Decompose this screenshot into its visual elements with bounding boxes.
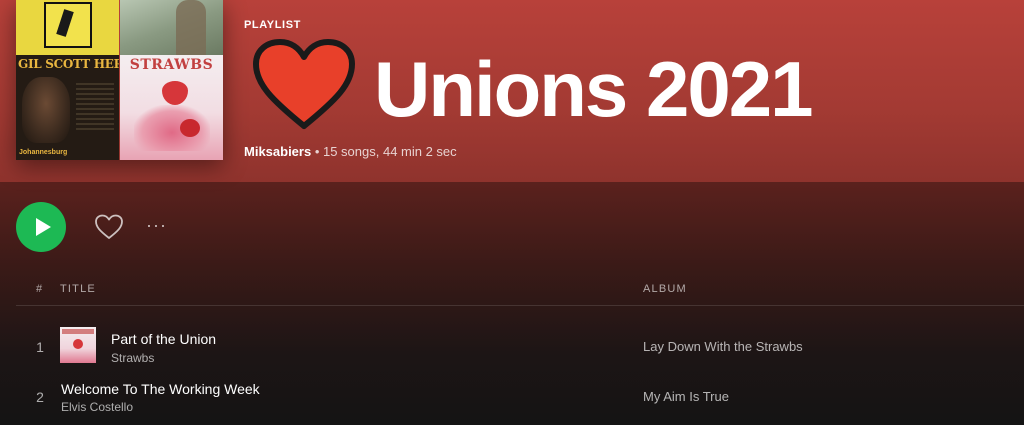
cover-tree (176, 0, 206, 55)
column-header-album[interactable]: ALBUM (643, 283, 687, 295)
track-number: 2 (36, 389, 44, 405)
track-title[interactable]: Part of the Union (111, 331, 216, 347)
play-button[interactable] (16, 202, 66, 252)
heart-emoji-icon (253, 39, 355, 129)
table-row[interactable]: 1 Part of the Union Strawbs Lay Down Wit… (0, 322, 1024, 370)
cover-figure (44, 2, 92, 48)
track-album[interactable]: My Aim Is True (643, 389, 729, 404)
track-artist[interactable]: Strawbs (111, 351, 154, 365)
track-number: 1 (36, 339, 44, 355)
playlist-cover[interactable]: GIL SCOTT HERON Johannesburg STRAWBS (16, 0, 223, 160)
cover-band-text: STRAWBS (129, 57, 214, 73)
thumb-title-strip (62, 329, 94, 334)
track-artist[interactable]: Elvis Costello (61, 400, 133, 414)
cover-tile-3: GIL SCOTT HERON Johannesburg (16, 55, 119, 160)
track-title[interactable]: Welcome To The Working Week (61, 381, 260, 397)
playlist-owner-link[interactable]: Miksabiers (244, 144, 311, 159)
cover-portrait (22, 77, 70, 143)
playlist-meta: Miksabiers • 15 songs, 44 min 2 sec (244, 144, 457, 159)
playlist-type-label: PLAYLIST (244, 19, 301, 31)
playlist-stats: • 15 songs, 44 min 2 sec (311, 144, 457, 159)
cover-tile-1 (16, 0, 119, 55)
cover-strawberry-2 (180, 119, 200, 137)
track-thumbnail (60, 327, 96, 363)
more-options-button[interactable]: ··· (146, 214, 172, 236)
column-header-title[interactable]: TITLE (60, 283, 96, 295)
cover-strawberry (162, 81, 188, 105)
cover-tile-2 (120, 0, 223, 55)
heart-outline-icon (95, 214, 123, 239)
thumb-strawberry (73, 339, 83, 349)
table-row[interactable]: 2 Welcome To The Working Week Elvis Cost… (0, 372, 1024, 420)
play-icon (35, 218, 51, 236)
cover-lyrics-block (76, 83, 114, 133)
header-divider (16, 305, 1024, 306)
track-album[interactable]: Lay Down With the Strawbs (643, 339, 803, 354)
column-header-number: # (36, 283, 44, 295)
cover-tile-4: STRAWBS (120, 55, 223, 160)
like-button[interactable] (94, 213, 124, 241)
playlist-title: Unions 2021 (374, 45, 814, 133)
cover-artist-text: GIL SCOTT HERON (18, 57, 119, 71)
cover-song-text: Johannesburg (19, 149, 68, 156)
